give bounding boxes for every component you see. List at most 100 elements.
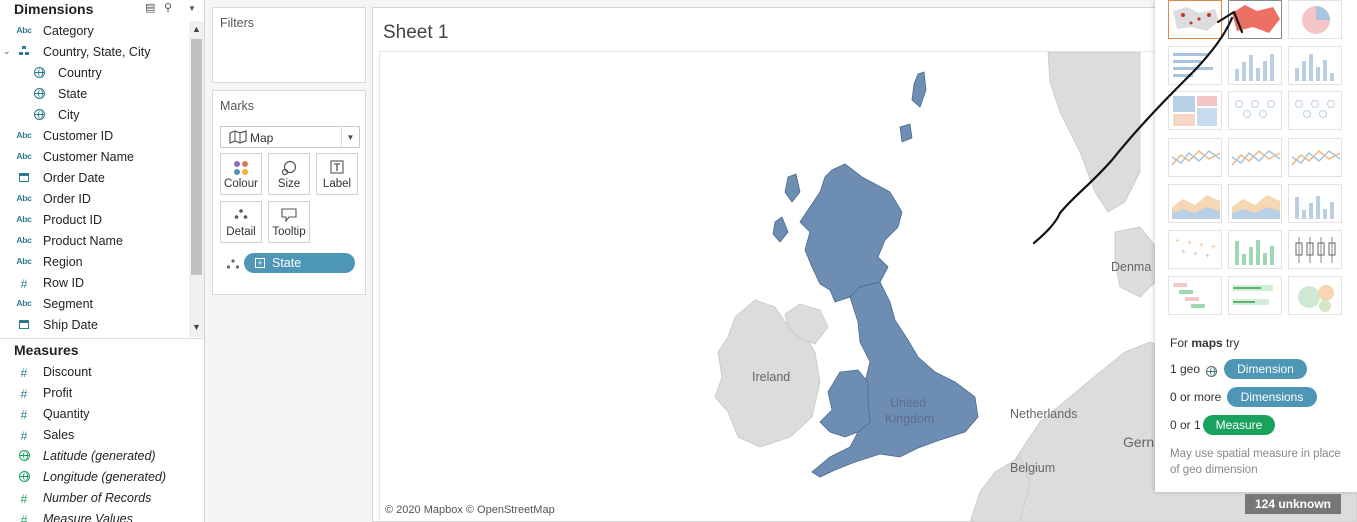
measure-field[interactable]: # Discount [0,362,189,383]
discrete-area-icon[interactable] [1228,184,1282,223]
chevron-down-icon: ▼ [341,127,359,147]
measure-field[interactable]: # Number of Records [0,488,189,509]
dimensions-header: Dimensions ▤ ⚲ ▼ [0,0,205,18]
horizontal-bars-icon[interactable] [1168,46,1222,85]
view-data-icon[interactable]: ▤ [145,1,155,14]
field-label: Measure Values [43,512,133,522]
side-by-side-circles-icon[interactable] [1288,91,1342,130]
sheet-title[interactable]: Sheet 1 [383,22,449,44]
label-label: Label [322,178,352,190]
show-me-note: May use spatial measure in place of geo … [1170,448,1341,476]
dimension-field[interactable]: Abc Customer ID [0,126,189,147]
measure-field[interactable]: # Quantity [0,404,189,425]
dimensions-scrollbar[interactable]: ▲ ▼ [189,21,204,337]
tooltip-button[interactable]: Tooltip [268,201,310,243]
globe-icon [1206,364,1217,382]
packed-bubbles-icon[interactable] [1288,276,1342,315]
svg-text:+: + [1205,251,1210,260]
scatter-plot-icon[interactable]: + + + + + + + [1168,230,1222,269]
scroll-up-icon[interactable]: ▲ [192,24,201,34]
dimension-field[interactable]: State [0,84,189,105]
field-label: Country [58,66,102,80]
map-label-belgium: Belgium [1010,461,1056,475]
state-detail-pill[interactable]: + State [244,253,355,273]
dimension-field[interactable]: ⌄ Country, State, City [0,42,189,63]
field-label: Customer ID [43,129,114,143]
histogram-icon[interactable] [1228,230,1282,269]
dimension-field[interactable]: City [0,105,189,126]
mark-type-dropdown[interactable]: Map ▼ [220,126,360,148]
dimensions-list: Abc Category ⌄ Country, State, City Country S… [0,21,189,337]
filters-shelf[interactable]: Filters [212,7,366,83]
globe-icon [30,88,48,102]
pane-menu-icon[interactable]: ▼ [188,4,196,13]
side-by-side-bars-icon[interactable] [1288,46,1342,85]
dimension-field[interactable]: Abc Customer Name [0,147,189,168]
detail-label: Detail [226,226,256,238]
field-label: Latitude (generated) [43,449,156,463]
dimension-field[interactable]: Abc Category [0,21,189,42]
circle-views-icon[interactable] [1228,91,1282,130]
search-icon[interactable]: ⚲ [164,1,172,14]
filled-map-icon[interactable] [1228,0,1282,39]
detail-icon [221,208,261,224]
abc-icon: Abc [16,193,32,203]
requirement-row-measure: 0 or 1 [1170,418,1201,432]
chevron-down-icon[interactable]: ⌄ [3,46,11,57]
field-label: Segment [43,297,94,311]
label-button[interactable]: Label [316,153,358,195]
dimension-field[interactable]: Country [0,63,189,84]
gantt-chart-icon[interactable] [1168,276,1222,315]
scroll-down-icon[interactable]: ▼ [192,322,201,332]
box-whisker-icon[interactable] [1288,230,1342,269]
field-label: Region [43,255,83,269]
hint-chart-type: maps [1191,336,1223,350]
abc-icon: Abc [16,25,32,35]
state-pill-label: State [272,256,302,270]
discrete-lines-icon[interactable] [1228,138,1282,177]
dimension-field[interactable]: Order Date [0,168,189,189]
map-label-germany: Gern [1123,434,1155,450]
abc-icon: Abc [16,214,32,224]
measure-field[interactable]: # Profit [0,383,189,404]
size-label: Size [277,178,301,190]
pie-chart-icon[interactable] [1288,0,1342,39]
calendar-icon [15,319,33,332]
measure-field[interactable]: # Measure Values [0,509,189,522]
data-pane: Dimensions ▤ ⚲ ▼ Abc Category ⌄ Country, St… [0,0,205,522]
dimension-field[interactable]: Abc Region [0,252,189,273]
continuous-lines-icon[interactable] [1168,138,1222,177]
map-label-netherlands: Netherlands [1010,407,1078,421]
symbol-map-icon[interactable] [1168,0,1222,39]
size-button[interactable]: Size [268,153,310,195]
dual-combination-icon[interactable] [1288,184,1342,223]
calendar-icon [15,172,33,185]
dimension-field[interactable]: # Row ID [0,273,189,294]
treemap-icon[interactable] [1168,91,1222,130]
stacked-bars-icon[interactable] [1228,46,1282,85]
measure-field[interactable]: Longitude (generated) [0,467,189,488]
unknown-locations-badge[interactable]: 124 unknown [1245,494,1341,514]
bullet-graph-icon[interactable] [1228,276,1282,315]
dimension-field[interactable]: Abc Product ID [0,210,189,231]
scroll-thumb[interactable] [191,39,202,275]
measure-field[interactable]: # Sales [0,425,189,446]
dual-lines-icon[interactable] [1288,138,1342,177]
continuous-area-icon[interactable] [1168,184,1222,223]
hash-icon: # [20,277,28,291]
measure-field[interactable]: Latitude (generated) [0,446,189,467]
dimension-field[interactable]: Abc Order ID [0,189,189,210]
field-label: Customer Name [43,150,134,164]
field-label: Ship Date [43,318,98,332]
field-label: Order ID [43,192,91,206]
svg-text:+: + [1187,238,1192,247]
dimension-field[interactable]: Ship Date [0,315,189,336]
field-label: Quantity [43,407,90,421]
colour-button[interactable]: Colour [220,153,262,195]
dimension-field[interactable]: Abc Segment [0,294,189,315]
detail-button[interactable]: Detail [220,201,262,243]
dimension-field[interactable]: Abc Product Name [0,231,189,252]
expand-plus-icon[interactable]: + [255,258,265,268]
dimensions-pill: Dimensions [1227,387,1317,407]
dimensions-title: Dimensions [14,1,94,17]
